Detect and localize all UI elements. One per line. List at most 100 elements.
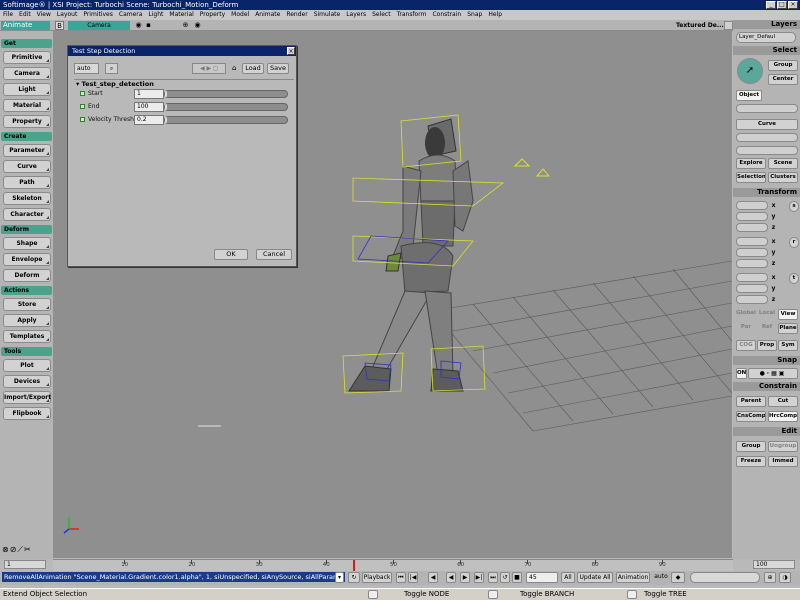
- close-button[interactable]: ×: [788, 1, 798, 9]
- envelope-button[interactable]: Envelope: [3, 253, 51, 266]
- animation-button[interactable]: Animation: [616, 572, 650, 583]
- menu-item-layout[interactable]: Layout: [57, 10, 77, 20]
- lock-icon[interactable]: ⊕: [181, 21, 190, 30]
- paint-icon[interactable]: ⊗: [2, 545, 10, 554]
- menu-item-file[interactable]: File: [3, 10, 13, 20]
- translate-icon[interactable]: t: [789, 273, 799, 284]
- snap-mode-icons[interactable]: ●·▦▣: [748, 368, 798, 379]
- mode-selector[interactable]: Animate: [1, 21, 50, 30]
- end-slider[interactable]: [164, 103, 288, 111]
- camera-selector[interactable]: Camera: [68, 21, 130, 30]
- section-get[interactable]: Get: [1, 39, 52, 48]
- menu-item-constrain[interactable]: Constrain: [432, 10, 461, 20]
- view-toggle[interactable]: View: [778, 309, 798, 320]
- section-create[interactable]: Create: [1, 132, 52, 141]
- key-icon[interactable]: ◆: [671, 572, 685, 583]
- key-set-icon[interactable]: ⊕: [764, 572, 776, 583]
- local-toggle[interactable]: Local: [757, 309, 777, 320]
- menu-item-render[interactable]: Render: [286, 10, 307, 20]
- templates-button[interactable]: Templates: [3, 330, 51, 343]
- auto-selector[interactable]: auto: [74, 63, 99, 74]
- dialog-title-bar[interactable]: Test Step Detection ×: [68, 46, 296, 56]
- menu-item-edit[interactable]: Edit: [19, 10, 31, 20]
- selection-button[interactable]: Selection: [736, 172, 766, 183]
- play-icon[interactable]: ▶: [460, 572, 470, 583]
- prev-key-icon[interactable]: |◀: [408, 572, 418, 583]
- section-actions[interactable]: Actions: [1, 286, 52, 295]
- translate-x-field[interactable]: [736, 273, 768, 282]
- scale-y-field[interactable]: [736, 212, 768, 221]
- parent-button[interactable]: Parent: [736, 396, 766, 407]
- global-toggle[interactable]: Global: [736, 309, 756, 320]
- translate-z-field[interactable]: [736, 295, 768, 304]
- devices-button[interactable]: Devices: [3, 375, 51, 388]
- select-filter-field-3[interactable]: [736, 146, 798, 155]
- cog-toggle[interactable]: COG: [736, 340, 756, 351]
- select-filter-field[interactable]: [736, 104, 798, 113]
- select-filter-field-2[interactable]: [736, 133, 798, 142]
- menu-item-view[interactable]: View: [37, 10, 51, 20]
- prev-frame-icon[interactable]: ◀: [428, 572, 438, 583]
- maximize-button[interactable]: □: [777, 1, 787, 9]
- menu-item-primitives[interactable]: Primitives: [83, 10, 113, 20]
- timeline[interactable]: 10 20 30 40 50 60 70 80 90: [53, 559, 733, 571]
- sym-button[interactable]: Sym: [778, 340, 798, 351]
- key-slider[interactable]: [690, 572, 760, 583]
- explore-button[interactable]: Explore: [736, 158, 766, 169]
- scale-icon[interactable]: s: [789, 201, 799, 212]
- camera-icon[interactable]: ▪: [144, 21, 153, 30]
- store-button[interactable]: Store: [3, 298, 51, 311]
- eye-icon[interactable]: ◉: [134, 21, 143, 30]
- skeleton-button[interactable]: Skeleton: [3, 192, 51, 205]
- material-button[interactable]: Material: [3, 99, 51, 112]
- path-button[interactable]: Path: [3, 176, 51, 189]
- plot-button[interactable]: Plot: [3, 359, 51, 372]
- scale-z-field[interactable]: [736, 223, 768, 232]
- section-deform[interactable]: Deform: [1, 225, 52, 234]
- prop-button[interactable]: Prop: [757, 340, 777, 351]
- start-slider[interactable]: [164, 90, 288, 98]
- translate-y-field[interactable]: [736, 284, 768, 293]
- section-tools[interactable]: Tools: [1, 347, 52, 356]
- rotate-y-field[interactable]: [736, 248, 768, 257]
- maximize-viewport-icon[interactable]: [724, 21, 733, 30]
- par-toggle[interactable]: Par: [736, 323, 756, 334]
- parameter-group-header[interactable]: ▾ Test_step_detection: [74, 79, 294, 88]
- menu-item-property[interactable]: Property: [200, 10, 225, 20]
- layer-selector[interactable]: Layer_Defaul: [736, 32, 796, 43]
- cnscomp-button[interactable]: CnsComp: [736, 411, 766, 422]
- property-button[interactable]: Property: [3, 115, 51, 128]
- snap-on-toggle[interactable]: ON: [736, 368, 747, 379]
- rotate-icon[interactable]: r: [789, 237, 799, 248]
- velocity-threshold-field[interactable]: 0.2: [134, 115, 164, 125]
- ungroup-button[interactable]: Ungroup: [768, 441, 798, 452]
- flipbook-button[interactable]: Flipbook: [3, 407, 51, 420]
- cut-button[interactable]: Cut: [768, 396, 798, 407]
- scene-button[interactable]: Scene: [768, 158, 798, 169]
- menu-item-model[interactable]: Model: [231, 10, 249, 20]
- frame-field[interactable]: 45: [526, 572, 558, 583]
- parameter-button[interactable]: Parameter: [3, 144, 51, 157]
- character-button[interactable]: Character: [3, 208, 51, 221]
- menu-item-animate[interactable]: Animate: [255, 10, 280, 20]
- animation-divot-icon[interactable]: [80, 91, 85, 96]
- ok-button[interactable]: OK: [214, 249, 248, 260]
- camera-button[interactable]: Camera: [3, 67, 51, 80]
- scale-x-field[interactable]: [736, 201, 768, 210]
- load-button[interactable]: Load: [242, 63, 264, 74]
- freeze-button[interactable]: Freeze: [736, 456, 766, 467]
- current-frame-field[interactable]: 1: [4, 560, 46, 569]
- next-frame-icon[interactable]: ▶|: [474, 572, 484, 583]
- end-value-field[interactable]: 100: [134, 102, 164, 112]
- animation-divot-icon[interactable]: [80, 117, 85, 122]
- clusters-button[interactable]: Clusters: [768, 172, 798, 183]
- start-value-field[interactable]: 1: [134, 89, 164, 99]
- update-all-button[interactable]: Update All: [577, 572, 613, 583]
- script-dropdown-icon[interactable]: ▾: [335, 572, 344, 583]
- light-button[interactable]: Light: [3, 83, 51, 96]
- curve-filter-button[interactable]: Curve: [736, 119, 798, 130]
- loop-toggle-icon[interactable]: ↺: [500, 572, 510, 583]
- viewport-letter-icon[interactable]: B: [55, 21, 64, 30]
- apply-button[interactable]: Apply: [3, 314, 51, 327]
- nav-arrows-icon[interactable]: ◀ ▶ ◻: [192, 63, 226, 74]
